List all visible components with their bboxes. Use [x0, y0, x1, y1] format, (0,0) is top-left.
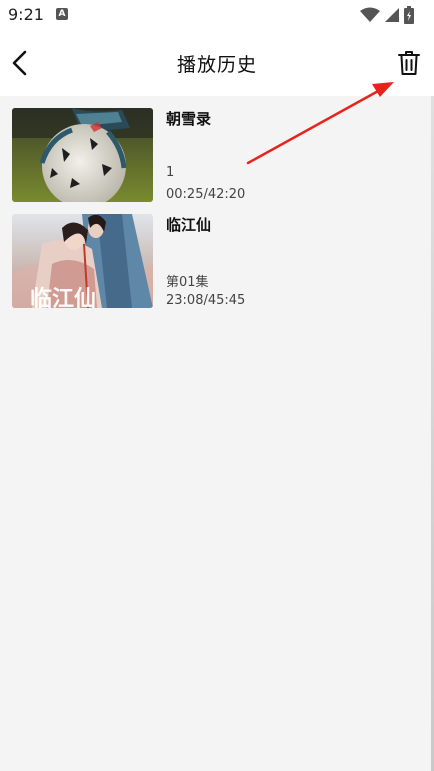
trash-icon — [398, 51, 420, 75]
drama-poster-thumbnail: 临江仙 — [12, 214, 153, 308]
status-icons — [360, 6, 414, 24]
history-item-progress: 23:08/45:45 — [166, 293, 246, 308]
page-title: 播放历史 — [176, 54, 257, 76]
notification-app-icon: A — [56, 8, 68, 20]
soccer-ball-thumbnail — [12, 108, 153, 202]
history-list: 朝雪录 1 00:25/42:20 临江仙 临江仙 第01集 23:08/45:… — [0, 96, 434, 308]
signal-icon — [385, 8, 399, 22]
history-item-title: 临江仙 — [166, 216, 212, 234]
status-time: 9:21 — [8, 5, 44, 24]
history-item-episode: 第01集 — [166, 275, 209, 290]
status-bar: 9:21 A — [0, 0, 434, 30]
delete-history-button[interactable] — [394, 48, 424, 78]
history-item-episode: 1 — [166, 165, 175, 180]
history-item[interactable]: 临江仙 临江仙 第01集 23:08/45:45 — [0, 202, 434, 308]
wifi-icon — [360, 7, 380, 22]
history-item[interactable]: 朝雪录 1 00:25/42:20 — [0, 96, 434, 202]
header: 播放历史 — [0, 30, 434, 96]
battery-icon — [404, 6, 414, 24]
svg-text:临江仙: 临江仙 — [30, 286, 96, 308]
screen: 9:21 A 播放历史 朝雪录 1 00:25/42:20 临江仙 临江仙 第0… — [0, 0, 434, 771]
history-item-title: 朝雪录 — [166, 110, 212, 128]
history-item-progress: 00:25/42:20 — [166, 187, 246, 202]
